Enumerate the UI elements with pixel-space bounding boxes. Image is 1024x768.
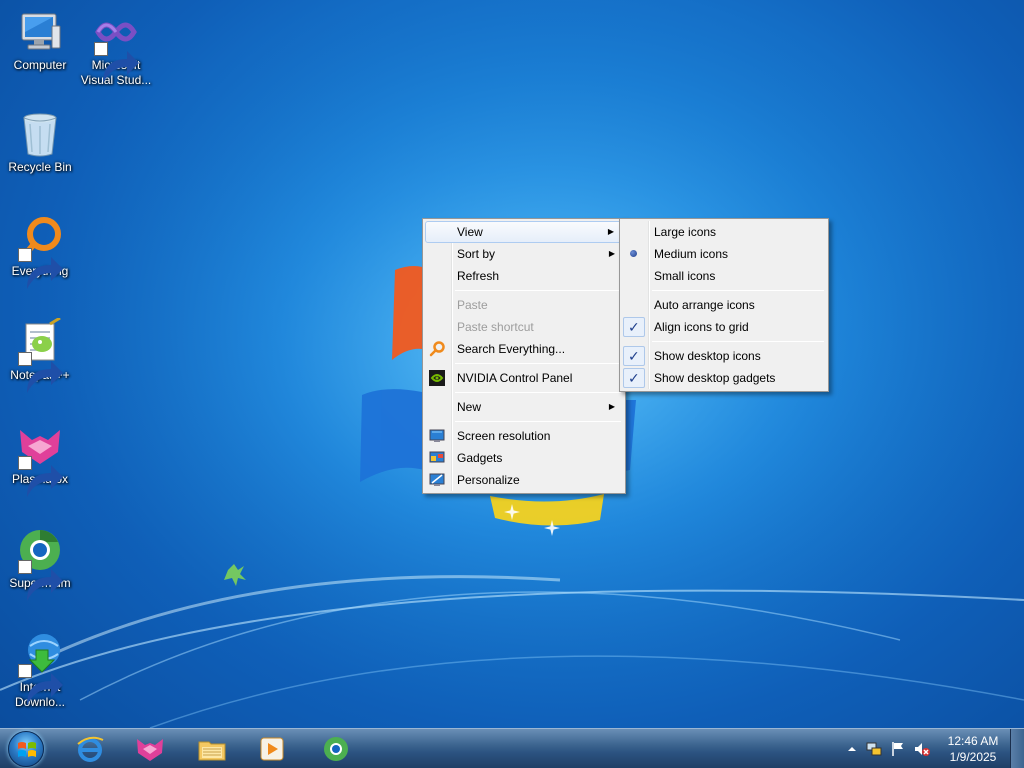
checkmark-icon: ✓	[628, 319, 640, 335]
recycle-bin-icon	[23, 113, 57, 157]
menu-item-show-desktop-gadgets[interactable]: ✓ Show desktop gadgets	[622, 367, 826, 389]
menu-item-show-desktop-icons[interactable]: ✓ Show desktop icons	[622, 345, 826, 367]
menu-item-new[interactable]: New ▶	[425, 396, 623, 418]
desktop-icon-computer[interactable]: Computer	[2, 8, 78, 73]
menu-item-nvidia-control-panel[interactable]: NVIDIA Control Panel	[425, 367, 623, 389]
submenu-arrow-icon: ▶	[608, 402, 615, 411]
menu-item-paste[interactable]: Paste	[425, 294, 623, 316]
file-explorer-icon	[198, 741, 226, 761]
view-submenu: Large icons Medium icons Small icons Aut…	[619, 218, 829, 392]
taskbar-supermium[interactable]	[310, 732, 362, 766]
start-button[interactable]	[8, 731, 44, 767]
checkmark-icon: ✓	[628, 348, 640, 364]
menu-item-personalize[interactable]: Personalize	[425, 469, 623, 491]
supermium-icon	[324, 737, 348, 761]
menu-item-large-icons[interactable]: Large icons	[622, 221, 826, 243]
menu-separator	[652, 290, 824, 291]
network-icon[interactable]	[866, 741, 882, 757]
media-player-icon	[260, 737, 284, 761]
nvidia-icon	[429, 370, 445, 386]
shortcut-arrow-icon	[18, 664, 63, 705]
volume-muted-icon[interactable]	[914, 741, 930, 757]
menu-item-sort-by[interactable]: Sort by ▶	[425, 243, 623, 265]
menu-separator	[455, 290, 621, 291]
menu-item-medium-icons[interactable]: Medium icons	[622, 243, 826, 265]
menu-separator	[455, 392, 621, 393]
shortcut-arrow-icon	[18, 248, 63, 289]
taskbar-file-explorer[interactable]	[186, 732, 238, 766]
show-desktop-button[interactable]	[1010, 729, 1024, 768]
clock-time: 12:46 AM	[947, 734, 999, 748]
radio-bullet-icon	[630, 250, 637, 257]
submenu-arrow-icon: ▶	[607, 227, 614, 236]
menu-item-align-icons-to-grid[interactable]: ✓ Align icons to grid	[622, 316, 826, 338]
menu-separator	[652, 341, 824, 342]
desktop-icon-supermium[interactable]: Supermium	[2, 526, 78, 601]
desktop-icon-internet-download-manager[interactable]: Internet Downlo...	[2, 630, 78, 710]
taskbar-plasmafox[interactable]	[124, 732, 176, 766]
desktop-icon-everything[interactable]: Everything	[2, 214, 78, 289]
desktop-icon-notepad-plus-plus[interactable]: Notepad++	[2, 316, 78, 393]
screen-resolution-icon	[429, 429, 445, 442]
menu-separator	[455, 421, 621, 422]
shortcut-arrow-icon	[18, 456, 63, 497]
taskbar-media-player[interactable]	[246, 732, 298, 766]
desktop-context-menu: View ▶ Sort by ▶ Refresh Paste Paste sho…	[422, 218, 626, 494]
gadgets-icon	[429, 451, 445, 463]
action-center-flag-icon[interactable]	[890, 741, 906, 757]
menu-item-auto-arrange-icons[interactable]: Auto arrange icons	[622, 294, 826, 316]
windows-logo-icon	[18, 742, 36, 757]
shortcut-arrow-icon	[18, 352, 63, 393]
submenu-arrow-icon: ▶	[608, 249, 615, 258]
menu-item-search-everything[interactable]: Search Everything...	[425, 338, 623, 360]
desktop-icon-plasmafox[interactable]: Plasmafox	[2, 422, 78, 497]
shortcut-arrow-icon	[18, 560, 63, 601]
taskbar-internet-explorer[interactable]	[64, 732, 116, 766]
taskbar-clock[interactable]: 12:46 AM 1/9/2025	[940, 733, 1006, 765]
show-hidden-icons-chevron[interactable]	[844, 741, 860, 757]
checkmark-icon: ✓	[628, 370, 640, 386]
clock-date: 1/9/2025	[949, 750, 997, 764]
menu-separator	[455, 363, 621, 364]
taskbar: 12:46 AM 1/9/2025	[0, 728, 1024, 768]
desktop-icon-label: Recycle Bin	[8, 160, 72, 174]
desktop-icon-label: Computer	[13, 58, 67, 72]
desktop-icon-visual-studio[interactable]: Microsoft Visual Stud...	[78, 8, 154, 88]
plasmafox-icon	[137, 739, 163, 761]
menu-item-refresh[interactable]: Refresh	[425, 265, 623, 287]
menu-item-paste-shortcut[interactable]: Paste shortcut	[425, 316, 623, 338]
internet-explorer-icon	[77, 736, 104, 762]
menu-item-small-icons[interactable]: Small icons	[622, 265, 826, 287]
search-everything-icon	[429, 341, 445, 357]
personalize-icon	[429, 473, 445, 486]
desktop-icon-recycle-bin[interactable]: Recycle Bin	[2, 110, 78, 175]
computer-icon	[21, 13, 61, 50]
menu-item-screen-resolution[interactable]: Screen resolution	[425, 425, 623, 447]
menu-item-view[interactable]: View ▶	[425, 221, 623, 243]
shortcut-arrow-icon	[94, 42, 139, 83]
menu-item-gadgets[interactable]: Gadgets	[425, 447, 623, 469]
